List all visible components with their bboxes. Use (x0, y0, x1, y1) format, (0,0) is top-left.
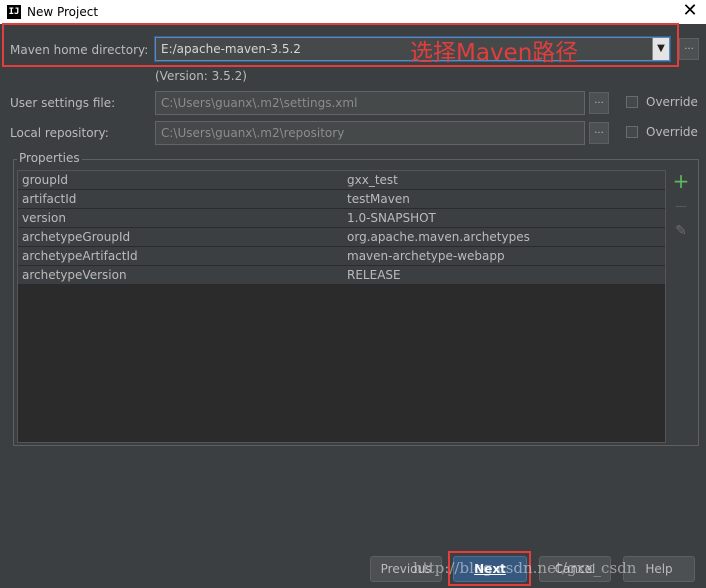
edit-icon[interactable]: ✎ (672, 222, 690, 240)
window-title: New Project (27, 5, 99, 19)
title-bar: IJ New Project ✕ (0, 0, 706, 24)
property-key: archetypeArtifactId (22, 249, 138, 263)
cancel-button-label: Cancel (554, 562, 596, 576)
property-value: 1.0-SNAPSHOT (347, 211, 436, 225)
property-value: RELEASE (347, 268, 401, 282)
local-repository-override-label: Override (646, 125, 698, 139)
properties-title: Properties (17, 151, 82, 165)
properties-table[interactable]: groupId gxx_test artifactId testMaven ve… (17, 170, 666, 443)
user-settings-browse-button[interactable]: ... (589, 92, 609, 114)
maven-home-value: E:/apache-maven-3.5.2 (161, 42, 301, 56)
next-button-label: Next (474, 562, 506, 576)
table-row[interactable]: artifactId testMaven (18, 190, 665, 209)
help-button-label: Help (645, 562, 673, 576)
table-row[interactable]: groupId gxx_test (18, 171, 665, 190)
maven-version-text: (Version: 3.5.2) (155, 69, 247, 83)
previous-button-label: Previous (380, 562, 432, 576)
maven-home-label: Maven home directory: (10, 43, 149, 57)
previous-button[interactable]: Previous (370, 556, 442, 582)
close-icon[interactable]: ✕ (680, 1, 700, 21)
user-settings-override-label: Override (646, 95, 698, 109)
local-repository-browse-button[interactable]: ... (589, 122, 609, 144)
property-key: groupId (22, 173, 69, 187)
help-button[interactable]: Help (623, 556, 695, 582)
intellij-logo-icon: IJ (7, 5, 21, 19)
user-settings-label: User settings file: (10, 96, 116, 110)
user-settings-field[interactable]: C:\Users\guanx\.m2\settings.xml (155, 91, 585, 115)
cancel-button[interactable]: Cancel (539, 556, 611, 582)
annotation-select-maven-path: 选择Maven路径 (410, 40, 579, 66)
add-icon[interactable]: + (672, 171, 690, 191)
properties-toolbar: + — ✎ (666, 170, 696, 443)
property-value: gxx_test (347, 173, 398, 187)
user-settings-override-checkbox[interactable] (626, 96, 638, 108)
local-repository-override-checkbox[interactable] (626, 126, 638, 138)
property-key: artifactId (22, 192, 77, 206)
dropdown-arrow-icon[interactable]: ▼ (652, 38, 669, 60)
table-row[interactable]: version 1.0-SNAPSHOT (18, 209, 665, 228)
local-repository-label: Local repository: (10, 126, 109, 140)
property-key: archetypeGroupId (22, 230, 131, 244)
next-button[interactable]: Next (453, 556, 527, 582)
maven-home-browse-button[interactable]: ... (679, 38, 699, 60)
property-key: archetypeVersion (22, 268, 127, 282)
property-value: testMaven (347, 192, 410, 206)
remove-icon[interactable]: — (672, 197, 690, 215)
local-repository-field[interactable]: C:\Users\guanx\.m2\repository (155, 121, 585, 145)
table-row[interactable]: archetypeArtifactId maven-archetype-weba… (18, 247, 665, 266)
property-key: version (22, 211, 66, 225)
table-row[interactable]: archetypeGroupId org.apache.maven.archet… (18, 228, 665, 247)
property-value: org.apache.maven.archetypes (347, 230, 530, 244)
table-row[interactable]: archetypeVersion RELEASE (18, 266, 665, 285)
property-value: maven-archetype-webapp (347, 249, 505, 263)
